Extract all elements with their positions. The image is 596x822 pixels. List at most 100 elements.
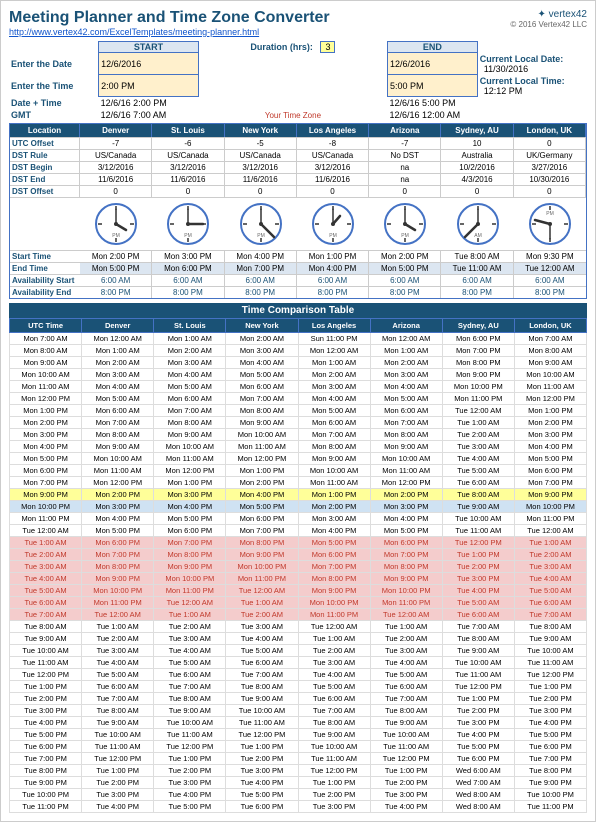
- start-la: Mon 1:00 PM: [297, 251, 369, 262]
- avail-start-sydney[interactable]: 6:00 AM: [441, 275, 513, 286]
- table-cell: Tue 3:00 AM: [442, 441, 514, 453]
- table-row: Mon 10:00 AMMon 3:00 AMMon 4:00 AMMon 5:…: [10, 369, 587, 381]
- dst-offset-london[interactable]: 0: [514, 186, 586, 197]
- start-arizona: Mon 2:00 PM: [369, 251, 441, 262]
- avail-start-london[interactable]: 6:00 AM: [514, 275, 586, 286]
- table-cell: Tue 10:00 AM: [10, 645, 82, 657]
- table-cell: Mon 4:00 PM: [226, 489, 298, 501]
- table-cell: Mon 7:00 AM: [298, 429, 370, 441]
- table-row: Mon 10:00 PMMon 3:00 PMMon 4:00 PMMon 5:…: [10, 501, 587, 513]
- svg-text:PM: PM: [546, 211, 554, 217]
- utc-london[interactable]: 0: [514, 138, 586, 149]
- dst-end-denver[interactable]: 11/6/2016: [80, 174, 152, 185]
- dst-rule-la[interactable]: US/Canada: [297, 150, 369, 161]
- dst-offset-newyork[interactable]: 0: [225, 186, 297, 197]
- avail-end-denver[interactable]: 8:00 PM: [80, 287, 152, 298]
- col-denver: Denver: [82, 319, 154, 333]
- table-cell: Tue 10:00 AM: [82, 729, 154, 741]
- table-cell: Mon 7:00 AM: [82, 417, 154, 429]
- avail-end-arizona[interactable]: 8:00 PM: [369, 287, 441, 298]
- table-cell: Tue 2:00 AM: [298, 645, 370, 657]
- table-cell: Mon 10:00 AM: [82, 453, 154, 465]
- avail-start-newyork[interactable]: 6:00 AM: [225, 275, 297, 286]
- avail-start-arizona[interactable]: 6:00 AM: [369, 275, 441, 286]
- dst-begin-stlouis[interactable]: 3/12/2016: [152, 162, 224, 173]
- table-cell: Mon 12:00 AM: [82, 333, 154, 345]
- table-cell: Tue 11:00 AM: [442, 669, 514, 681]
- dst-rule-stlouis[interactable]: US/Canada: [152, 150, 224, 161]
- utc-arizona[interactable]: -7: [369, 138, 441, 149]
- avail-start-denver[interactable]: 6:00 AM: [80, 275, 152, 286]
- dst-begin-la[interactable]: 3/12/2016: [297, 162, 369, 173]
- avail-end-newyork[interactable]: 8:00 PM: [225, 287, 297, 298]
- table-cell: Tue 8:00 AM: [370, 705, 442, 717]
- avail-start-la[interactable]: 6:00 AM: [297, 275, 369, 286]
- dst-end-la[interactable]: 11/6/2016: [297, 174, 369, 185]
- table-row: Tue 3:00 PMTue 8:00 AMTue 9:00 AMTue 10:…: [10, 705, 587, 717]
- avail-end-la[interactable]: 8:00 PM: [297, 287, 369, 298]
- table-cell: Mon 6:00 AM: [226, 381, 298, 393]
- utc-denver[interactable]: -7: [80, 138, 152, 149]
- end-date[interactable]: 12/6/2016: [388, 53, 478, 75]
- clocks-label-empty: [10, 202, 80, 246]
- table-cell: Tue 8:00 AM: [514, 621, 586, 633]
- utc-newyork[interactable]: -5: [225, 138, 297, 149]
- table-cell: Tue 5:00 AM: [514, 585, 586, 597]
- clt-label: Current Local Time:: [480, 76, 565, 86]
- utc-stlouis[interactable]: -6: [152, 138, 224, 149]
- dst-rule-denver[interactable]: US/Canada: [80, 150, 152, 161]
- table-cell: Tue 4:00 AM: [298, 669, 370, 681]
- dst-begin-sydney[interactable]: 10/2/2016: [441, 162, 513, 173]
- dst-offset-sydney[interactable]: 0: [441, 186, 513, 197]
- avail-end-sydney[interactable]: 8:00 PM: [441, 287, 513, 298]
- dst-end-newyork[interactable]: 11/6/2016: [225, 174, 297, 185]
- table-row: Mon 11:00 AMMon 4:00 AMMon 5:00 AMMon 6:…: [10, 381, 587, 393]
- table-cell: Mon 9:00 AM: [514, 357, 586, 369]
- table-cell: Tue 1:00 PM: [226, 741, 298, 753]
- table-row: Mon 5:00 PMMon 10:00 AMMon 11:00 AMMon 1…: [10, 453, 587, 465]
- table-cell: Mon 9:00 AM: [226, 417, 298, 429]
- dst-offset-arizona[interactable]: 0: [369, 186, 441, 197]
- dst-offset-label: DST Offset: [10, 186, 80, 197]
- table-cell: Tue 8:00 AM: [442, 489, 514, 501]
- table-cell: Mon 6:00 AM: [298, 417, 370, 429]
- dst-begin-newyork[interactable]: 3/12/2016: [225, 162, 297, 173]
- dst-end-london[interactable]: 10/30/2016: [514, 174, 586, 185]
- table-cell: Mon 11:00 AM: [10, 381, 82, 393]
- start-time[interactable]: 2:00 PM: [99, 75, 199, 97]
- duration-value[interactable]: 3: [320, 41, 335, 53]
- clt-value: 12:12 PM: [484, 86, 523, 96]
- clock-denver-svg: PM: [94, 202, 138, 246]
- dst-rule-arizona[interactable]: No DST: [369, 150, 441, 161]
- avail-start-label: Availability Start: [10, 275, 80, 286]
- table-cell: Mon 3:00 PM: [370, 501, 442, 513]
- table-cell: Mon 11:00 PM: [82, 597, 154, 609]
- dst-rule-newyork[interactable]: US/Canada: [225, 150, 297, 161]
- dst-end-stlouis[interactable]: 11/6/2016: [152, 174, 224, 185]
- table-cell: Mon 3:00 PM: [82, 501, 154, 513]
- table-cell: Tue 11:00 AM: [154, 729, 226, 741]
- table-cell: Tue 4:00 AM: [370, 657, 442, 669]
- table-cell: Tue 3:00 AM: [370, 645, 442, 657]
- dst-rule-london[interactable]: UK/Germany: [514, 150, 586, 161]
- cld-label: Current Local Date:: [480, 54, 564, 64]
- avail-end-stlouis[interactable]: 8:00 PM: [152, 287, 224, 298]
- dst-offset-stlouis[interactable]: 0: [152, 186, 224, 197]
- avail-start-stlouis[interactable]: 6:00 AM: [152, 275, 224, 286]
- end-time[interactable]: 5:00 PM: [388, 75, 478, 97]
- header-link[interactable]: http://www.vertex42.com/ExcelTemplates/m…: [9, 27, 330, 37]
- utc-sydney[interactable]: 10: [441, 138, 513, 149]
- dst-end-sydney[interactable]: 4/3/2016: [441, 174, 513, 185]
- table-cell: Tue 4:00 AM: [10, 573, 82, 585]
- dst-offset-denver[interactable]: 0: [80, 186, 152, 197]
- table-cell: Mon 10:00 PM: [298, 597, 370, 609]
- avail-end-london[interactable]: 8:00 PM: [514, 287, 586, 298]
- table-cell: Mon 10:00 AM: [514, 369, 586, 381]
- dst-begin-denver[interactable]: 3/12/2016: [80, 162, 152, 173]
- dst-offset-la[interactable]: 0: [297, 186, 369, 197]
- dst-rule-sydney[interactable]: Australia: [441, 150, 513, 161]
- table-cell: Tue 12:00 PM: [442, 537, 514, 549]
- dst-begin-london[interactable]: 3/27/2016: [514, 162, 586, 173]
- start-date[interactable]: 12/6/2016: [99, 53, 199, 75]
- utc-la[interactable]: -8: [297, 138, 369, 149]
